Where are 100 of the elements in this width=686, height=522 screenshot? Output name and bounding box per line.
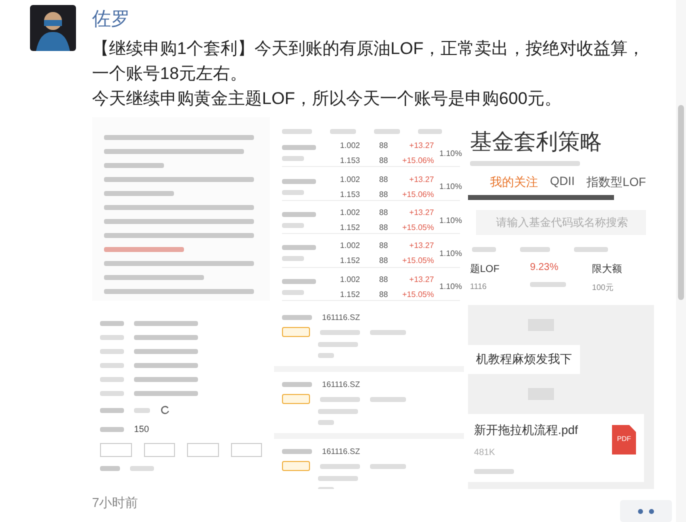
rate-text: 1.10% — [438, 248, 462, 258]
blurred-text — [282, 129, 312, 134]
tab[interactable]: 指数型LOF — [586, 174, 646, 191]
blurred-text — [474, 469, 514, 474]
tab[interactable]: QDII — [550, 174, 575, 191]
file-size: 481K — [474, 447, 496, 457]
option-button[interactable] — [230, 443, 262, 457]
blurred-text — [318, 409, 358, 414]
blurred-text — [282, 223, 304, 228]
more-button[interactable] — [620, 500, 672, 522]
price-text: 1.002 — [340, 274, 360, 284]
rate-text: 1.10% — [438, 148, 462, 158]
price-text: 1.153 — [340, 190, 360, 199]
refresh-icon[interactable] — [160, 405, 170, 415]
blurred-text — [100, 363, 124, 368]
fund-code: 161116.SZ — [322, 313, 360, 322]
count-text: 88 — [379, 274, 388, 284]
change-text: +13.27 — [409, 141, 434, 150]
app-title: 基金套利策略 — [470, 128, 602, 156]
count-text: 88 — [379, 190, 388, 199]
blurred-text — [282, 245, 316, 250]
option-button[interactable] — [144, 443, 175, 457]
blurred-text — [100, 426, 124, 432]
scrollbar[interactable] — [676, 0, 686, 522]
avatar[interactable] — [30, 5, 76, 51]
blurred-text — [282, 212, 316, 218]
price-text: 1.152 — [340, 256, 360, 266]
fund-name: 题LOF — [470, 263, 500, 276]
fund-code: 161116.SZ — [322, 380, 360, 389]
status-tag — [282, 394, 310, 404]
amount-value: 150 — [134, 424, 150, 434]
blurred-text — [282, 156, 304, 162]
blurred-text — [320, 464, 360, 468]
blurred-text — [370, 396, 406, 402]
option-button[interactable] — [187, 443, 218, 457]
option-button[interactable] — [100, 443, 132, 457]
blurred-text — [282, 256, 304, 262]
blurred-text — [100, 349, 124, 354]
blurred-text — [100, 377, 124, 382]
blurred-text — [318, 476, 358, 481]
price-text: 1.152 — [340, 290, 360, 299]
fund-code: 161116.SZ — [322, 447, 360, 456]
count-text: 88 — [379, 290, 388, 299]
change-text: +13.27 — [409, 174, 434, 184]
blurred-text — [134, 349, 198, 354]
change-text: +13.27 — [409, 274, 434, 284]
blurred-text — [374, 129, 400, 134]
post-text: 【继续申购1个套利】今天到账的有原油LOF，正常卖出，按绝对收益算， — [92, 38, 646, 60]
blurred-text — [282, 382, 312, 387]
price-text: 1.002 — [340, 208, 360, 218]
count-text: 88 — [379, 174, 388, 184]
count-text: 88 — [379, 141, 388, 150]
blurred-text — [134, 363, 198, 368]
blurred-text — [100, 408, 124, 412]
blurred-text — [282, 278, 316, 284]
rate-text: 9.23% — [530, 262, 560, 275]
post-text: 一个账号18元左右。 — [92, 63, 248, 85]
fund-code: 1116 — [470, 282, 488, 293]
amount-text: 100元 — [592, 282, 614, 293]
percent-text: +15.05% — [402, 290, 434, 299]
blurred-text — [282, 449, 312, 454]
blurred-text — [530, 282, 566, 287]
blurred-text — [330, 129, 356, 134]
blurred-text — [472, 247, 496, 252]
blurred-text — [320, 396, 360, 402]
count-text: 88 — [379, 223, 388, 232]
rate-text: 1.10% — [438, 182, 462, 192]
blurred-text — [370, 464, 406, 468]
price-text: 1.152 — [340, 223, 360, 232]
blurred-text — [134, 377, 198, 382]
percent-text: +15.06% — [402, 156, 434, 166]
blurred-text — [134, 391, 198, 396]
status-tag — [282, 461, 310, 471]
count-text: 88 — [379, 156, 388, 166]
blurred-text — [134, 335, 198, 340]
price-text: 1.002 — [340, 241, 360, 250]
count-text: 88 — [379, 208, 388, 218]
blurred-text — [104, 191, 174, 196]
percent-text: +15.06% — [402, 190, 434, 199]
author-name[interactable]: 佐罗 — [92, 6, 130, 32]
blurred-text — [418, 129, 442, 134]
chat-message: 机教程麻烦发我下 — [468, 345, 580, 374]
file-name: 新开拖拉机流程.pdf — [474, 422, 580, 439]
change-text: +13.27 — [409, 208, 434, 218]
blurred-text — [282, 145, 316, 150]
blurred-text — [100, 321, 124, 326]
blurred-text — [100, 466, 120, 471]
blurred-text — [520, 247, 550, 252]
price-text: 1.002 — [340, 174, 360, 184]
blurred-text — [100, 335, 124, 340]
count-text: 88 — [379, 256, 388, 266]
blurred-text — [574, 247, 608, 252]
change-text: +13.27 — [409, 241, 434, 250]
blurred-text — [282, 178, 316, 184]
rate-text: 1.10% — [438, 282, 462, 292]
blurred-text — [318, 342, 358, 347]
blurred-text — [134, 321, 198, 326]
timestamp: 7小时前 — [92, 494, 138, 512]
blurred-text — [100, 391, 124, 396]
blurred-text — [320, 330, 360, 334]
